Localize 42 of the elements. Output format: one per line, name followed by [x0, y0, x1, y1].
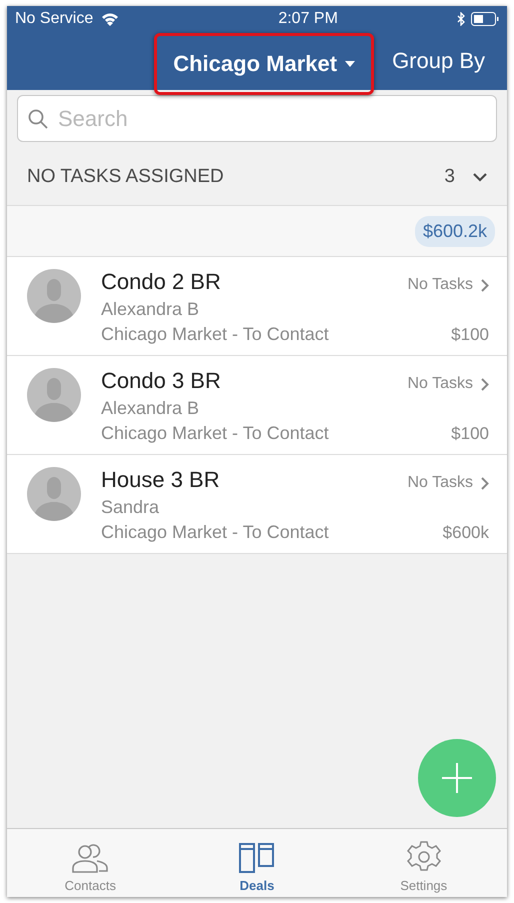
section-count: 3 [444, 166, 455, 188]
deal-row[interactable]: Condo 2 BR No Tasks Alexandra B Chicago Market - To Contact $100 [7, 257, 507, 356]
carrier-text: No Service [15, 10, 94, 28]
section-title: NO TASKS ASSIGNED [27, 166, 225, 188]
avatar-icon [27, 269, 81, 323]
search-bar[interactable]: Search [17, 95, 497, 142]
deal-amount: $600k [442, 523, 489, 543]
task-status: No Tasks [407, 276, 473, 294]
deal-title: Condo 2 BR [101, 269, 221, 295]
deal-row[interactable]: House 3 BR No Tasks Sandra Chicago Market - To Contact $600k [7, 455, 507, 554]
deal-contact: Alexandra B [101, 299, 200, 320]
deal-title: House 3 BR [101, 467, 220, 493]
plus-icon [442, 763, 472, 793]
chevron-right-icon [481, 476, 489, 490]
group-by-button[interactable]: Group By [392, 48, 485, 74]
deal-stage: Chicago Market - To Contact [101, 324, 329, 345]
deal-contact: Alexandra B [101, 398, 200, 419]
deal-amount: $100 [451, 424, 489, 444]
deal-contact: Sandra [101, 497, 160, 518]
deal-title: Condo 3 BR [101, 368, 221, 394]
search-icon [28, 108, 48, 128]
bluetooth-icon [457, 12, 465, 26]
chevron-right-icon [481, 378, 489, 390]
deal-stage: Chicago Market - To Contact [101, 522, 329, 543]
avatar-icon [27, 467, 81, 521]
wifi-icon [101, 12, 120, 26]
deal-stage: Chicago Market - To Contact [101, 423, 329, 444]
battery-icon [471, 12, 499, 26]
tab-item[interactable]: Deals [174, 829, 340, 897]
caret-icon [345, 61, 356, 67]
columns-icon [238, 842, 276, 874]
avatar-icon [27, 368, 81, 422]
total-badge: $600.2k [414, 216, 495, 246]
deal-amount: $100 [451, 325, 489, 345]
settings-icon [406, 840, 442, 874]
deal-row[interactable]: Condo 3 BR No Tasks Alexandra B Chicago Market - To Contact $100 [7, 356, 507, 455]
task-status: No Tasks [407, 474, 473, 492]
market-dropdown[interactable]: Chicago Market [154, 33, 374, 95]
clock-text: 2:07 PM [278, 10, 338, 28]
people-icon [70, 842, 110, 874]
chevron-right-icon [481, 278, 489, 292]
task-status: No Tasks [407, 375, 473, 393]
